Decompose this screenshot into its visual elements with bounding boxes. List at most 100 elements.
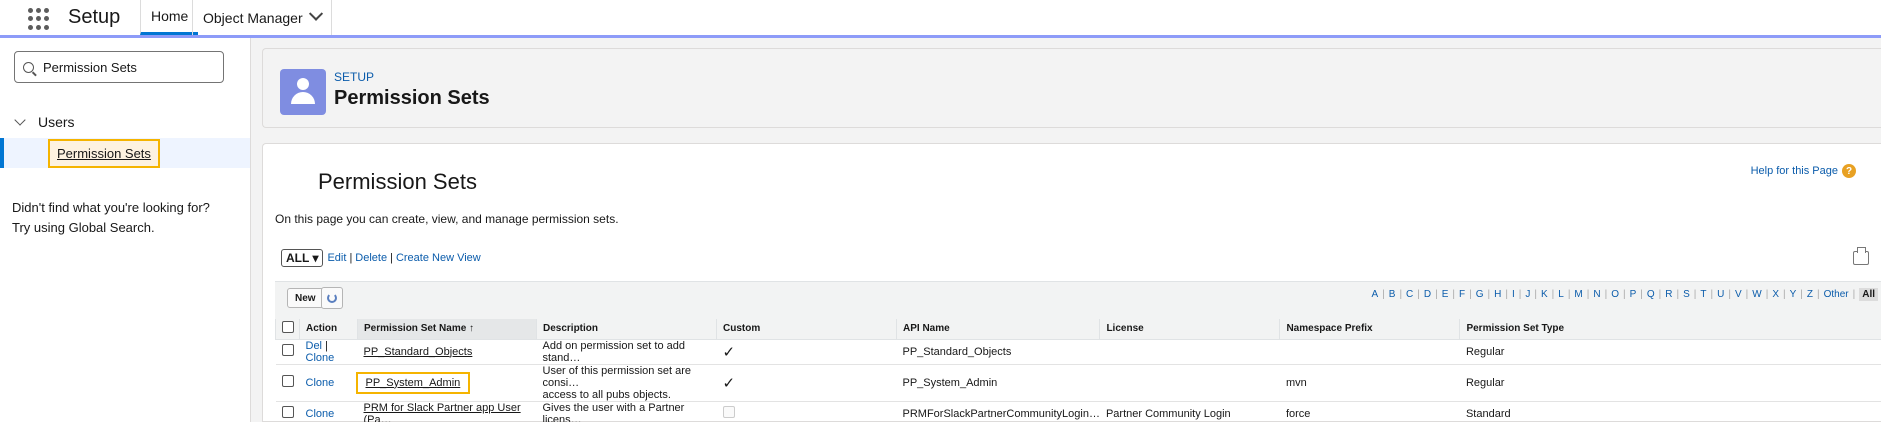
alpha-filter-a[interactable]: A (1371, 289, 1378, 300)
alpha-filter-other[interactable]: Other (1824, 289, 1849, 300)
create-view-link[interactable]: Create New View (396, 252, 481, 264)
clone-link[interactable]: Clone (306, 352, 335, 364)
alpha-filter-d[interactable]: D (1424, 289, 1431, 300)
alpha-filter-b[interactable]: B (1389, 289, 1396, 300)
table-row: Del | Clone PP_Standard_Objects Add on p… (275, 339, 1881, 365)
row-custom: ✓ (716, 364, 897, 402)
alpha-filter-j[interactable]: J (1525, 289, 1530, 300)
chevron-down-icon[interactable] (14, 114, 26, 126)
alpha-filter-n[interactable]: N (1593, 289, 1600, 300)
new-button[interactable]: New (287, 288, 324, 308)
alpha-filter-w[interactable]: W (1752, 289, 1761, 300)
quick-find-input[interactable] (43, 59, 213, 75)
col-description[interactable]: Description (536, 319, 717, 340)
col-name[interactable]: Permission Set Name ↑ (357, 319, 537, 340)
row-license (1099, 364, 1280, 402)
alpha-filter-c[interactable]: C (1406, 289, 1413, 300)
printer-icon[interactable] (1853, 247, 1869, 265)
alpha-filter-g[interactable]: G (1476, 289, 1484, 300)
alpha-filter-x[interactable]: X (1772, 289, 1779, 300)
alpha-filter-v[interactable]: V (1735, 289, 1742, 300)
sidebar-item-permission-sets[interactable]: Permission Sets (48, 139, 160, 168)
tab-home[interactable]: Home (140, 0, 199, 35)
quick-find-box[interactable] (14, 51, 224, 83)
page-description: On this page you can create, view, and m… (275, 212, 619, 226)
row-description: User of this permission set are consi… ac… (536, 364, 717, 402)
row-description: Add on permission set to add stand… (536, 339, 717, 365)
separator: | (1567, 289, 1571, 300)
row-api-name: PP_System_Admin (896, 364, 1100, 402)
col-api-name[interactable]: API Name (895, 319, 1101, 340)
col-license[interactable]: License (1099, 319, 1281, 340)
edit-view-link[interactable]: Edit (327, 252, 346, 264)
help-icon[interactable]: ? (1842, 164, 1856, 178)
row-actions: Clone (299, 364, 358, 402)
clone-link[interactable]: Clone (306, 377, 335, 389)
tree-node-users[interactable]: Users (14, 114, 75, 130)
alpha-filter-z[interactable]: Z (1807, 289, 1813, 300)
select-all-checkbox[interactable] (282, 321, 294, 334)
col-type[interactable]: Permission Set Type (1459, 319, 1881, 340)
alpha-filter-h[interactable]: H (1494, 289, 1501, 300)
row-checkbox[interactable] (281, 344, 294, 356)
row-checkbox[interactable] (281, 375, 294, 387)
breadcrumb-setup[interactable]: SETUP (334, 70, 374, 84)
separator: | (349, 252, 353, 264)
alpha-filter-i[interactable]: I (1512, 289, 1515, 300)
row-namespace: force (1279, 401, 1460, 422)
chevron-down-icon[interactable] (308, 6, 323, 21)
row-type: Standard (1459, 401, 1881, 422)
alpha-filter-k[interactable]: K (1541, 289, 1548, 300)
separator: | (1417, 289, 1420, 300)
row-select (275, 339, 300, 365)
alpha-filter-p[interactable]: P (1630, 289, 1637, 300)
separator: | (1745, 289, 1749, 300)
separator: | (1728, 289, 1731, 300)
del-link[interactable]: Del (306, 340, 323, 352)
row-description: Gives the user with a Partner licens… (536, 401, 717, 422)
alpha-filter-t[interactable]: T (1700, 289, 1706, 300)
separator: | (1676, 289, 1680, 300)
permission-set-link[interactable]: PP_System_Admin (366, 377, 461, 389)
top-bar: Setup Home Object Manager (0, 0, 1881, 38)
separator: | (1693, 289, 1697, 300)
col-namespace[interactable]: Namespace Prefix (1279, 319, 1461, 340)
alpha-filter-m[interactable]: M (1574, 289, 1582, 300)
separator: | (1586, 289, 1590, 300)
alpha-filter-all[interactable]: All (1859, 288, 1878, 301)
app-launcher-icon[interactable] (28, 8, 50, 30)
refresh-button[interactable] (321, 287, 343, 309)
alpha-filter-l[interactable]: L (1558, 289, 1564, 300)
separator: | (1505, 289, 1508, 300)
help-link[interactable]: Help for this Page (1751, 165, 1838, 177)
search-icon (23, 61, 34, 73)
col-custom[interactable]: Custom (716, 319, 897, 340)
permission-sets-table: Action Permission Set Name ↑ Description… (275, 319, 1881, 422)
alpha-filter-y[interactable]: Y (1790, 289, 1797, 300)
delete-view-link[interactable]: Delete (355, 252, 387, 264)
row-type: Regular (1459, 364, 1881, 402)
permission-set-link[interactable]: PRM for Slack Partner app User (Pa… (364, 402, 521, 422)
row-license: Partner Community Login (1099, 401, 1280, 422)
row-checkbox[interactable] (281, 406, 294, 418)
help-link-wrap: Help for this Page ? (1751, 164, 1856, 178)
table-row: Clone PRM for Slack Partner app User (Pa… (275, 401, 1881, 422)
alpha-filter-f[interactable]: F (1459, 289, 1465, 300)
alpha-filter-s[interactable]: S (1683, 289, 1690, 300)
alpha-filter-r[interactable]: R (1665, 289, 1672, 300)
alpha-filter-q[interactable]: Q (1647, 289, 1655, 300)
alpha-filter-u[interactable]: U (1717, 289, 1724, 300)
view-select[interactable]: ALL ▾ (281, 249, 324, 267)
row-custom: ✓ (716, 339, 897, 365)
alpha-filter-e[interactable]: E (1442, 289, 1449, 300)
separator: | (1452, 289, 1456, 300)
row-select (275, 401, 300, 422)
alpha-filter-o[interactable]: O (1611, 289, 1619, 300)
custom-checkbox-disabled (722, 406, 735, 418)
tab-object-manager[interactable]: Object Manager (192, 0, 332, 35)
permission-set-link[interactable]: PP_Standard_Objects (364, 346, 473, 358)
row-select (275, 364, 300, 402)
clone-link[interactable]: Clone (306, 408, 335, 420)
not-found-line-2: Try using Global Search. (12, 220, 155, 235)
row-actions: Del | Clone (299, 339, 358, 365)
